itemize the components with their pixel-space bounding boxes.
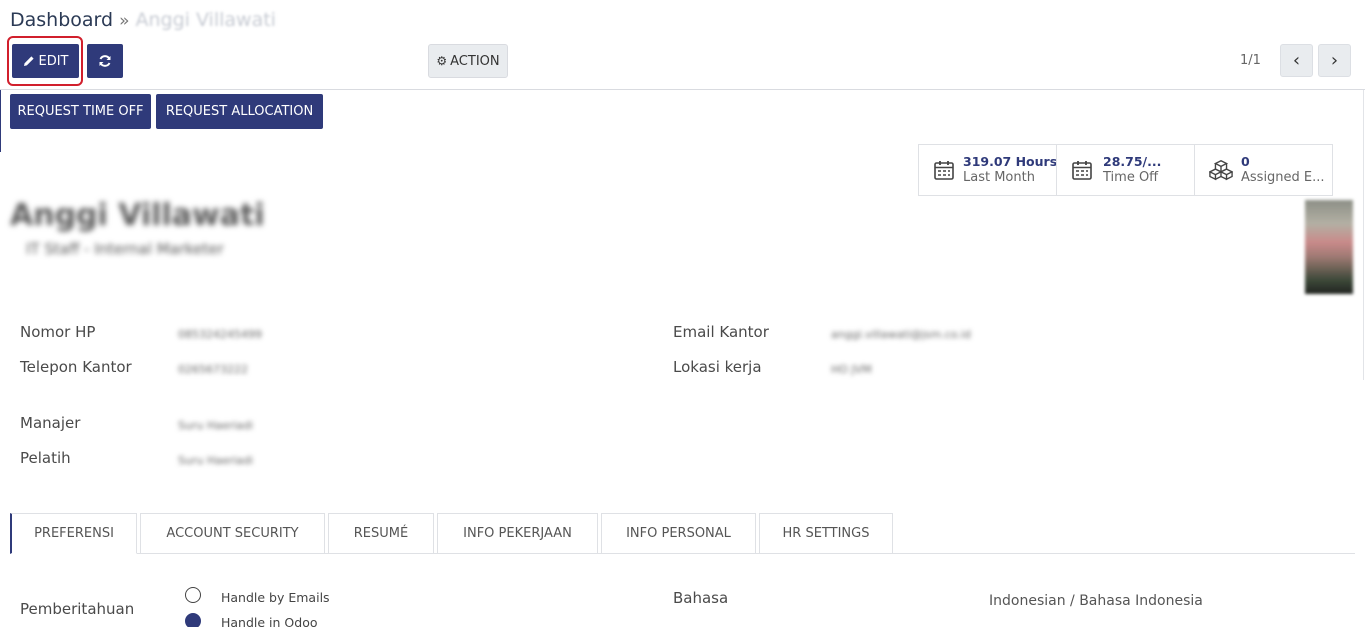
pencil-icon xyxy=(23,56,34,66)
edit-button[interactable]: EDIT xyxy=(12,44,79,78)
request-time-off-button[interactable]: REQUEST TIME OFF xyxy=(10,94,151,129)
employee-name: Anggi Villawati xyxy=(10,198,265,233)
request-allocation-button[interactable]: REQUEST ALLOCATION xyxy=(156,94,323,129)
toolbar-divider xyxy=(0,89,1365,90)
tab-info-personal[interactable]: INFO PERSONAL xyxy=(601,513,756,554)
field-value-email-kantor[interactable]: anggi.villawati@jsm.co.id xyxy=(831,328,971,341)
field-value-bahasa[interactable]: Indonesian / Bahasa Indonesia xyxy=(989,593,1203,609)
stat-value: 0 xyxy=(1241,154,1250,169)
stat-button-time-off[interactable]: 28.75/... Time Off xyxy=(1056,144,1195,196)
field-label-pelatih: Pelatih xyxy=(20,449,71,467)
stat-label: Time Off xyxy=(1103,170,1159,185)
refresh-button[interactable] xyxy=(87,44,123,78)
chevron-right-icon: › xyxy=(1330,50,1339,71)
field-label-bahasa: Bahasa xyxy=(673,589,729,607)
pager-next-button[interactable]: › xyxy=(1318,44,1351,77)
field-value-pelatih[interactable]: Suru Haeriadi xyxy=(178,454,253,467)
breadcrumb: Dashboard » Anggi Villawati xyxy=(10,9,276,31)
field-value-nomor-hp: 085324245499 xyxy=(178,328,262,341)
chevron-left-icon: ‹ xyxy=(1292,50,1301,71)
field-label-pemberitahuan: Pemberitahuan xyxy=(20,600,135,618)
breadcrumb-current: Anggi Villawati xyxy=(135,9,276,31)
radio-handle-in-odoo[interactable] xyxy=(185,613,201,627)
cubes-icon xyxy=(1209,159,1233,181)
calendar-icon xyxy=(1071,159,1095,181)
stat-label: Last Month xyxy=(963,170,1035,185)
action-button-label: ACTION xyxy=(450,53,500,69)
field-value-manajer[interactable]: Suru Haeriadi xyxy=(178,419,253,432)
radio-label-handle-in-odoo[interactable]: Handle in Odoo xyxy=(221,615,318,627)
stat-label: Assigned E... xyxy=(1241,170,1325,185)
stat-value: 319.07 Hours xyxy=(963,154,1058,169)
radio-label-handle-by-emails[interactable]: Handle by Emails xyxy=(221,590,330,605)
tab-account-security[interactable]: ACCOUNT SECURITY xyxy=(140,513,325,554)
pager-counter[interactable]: 1/1 xyxy=(1240,53,1261,68)
gear-icon: ⚙ xyxy=(436,54,448,68)
radio-handle-by-emails[interactable] xyxy=(185,587,201,603)
stat-value: 28.75/... xyxy=(1103,154,1162,169)
tab-preferensi[interactable]: PREFERENSI xyxy=(10,513,137,554)
stat-button-last-month[interactable]: 319.07 Hours Last Month xyxy=(918,144,1057,196)
stat-button-assigned-equipment[interactable]: 0 Assigned E... xyxy=(1194,144,1333,196)
action-button[interactable]: ⚙ ACTION xyxy=(428,44,508,78)
form-left-border xyxy=(0,90,1,152)
form-right-border xyxy=(1363,90,1364,380)
field-value-lokasi-kerja: HO JVM xyxy=(831,363,872,376)
field-label-manajer: Manajer xyxy=(20,414,81,432)
employee-job-title: IT Staff - Internal Marketer xyxy=(26,240,224,258)
tab-resume[interactable]: RESUMÉ xyxy=(328,513,434,554)
refresh-icon xyxy=(99,55,111,67)
tab-hr-settings[interactable]: HR SETTINGS xyxy=(759,513,893,554)
employee-avatar[interactable] xyxy=(1305,200,1353,294)
breadcrumb-dashboard-link[interactable]: Dashboard xyxy=(10,9,113,31)
tab-info-pekerjaan[interactable]: INFO PEKERJAAN xyxy=(437,513,598,554)
field-label-email-kantor: Email Kantor xyxy=(673,323,769,341)
field-label-lokasi-kerja: Lokasi kerja xyxy=(673,358,762,376)
pager-previous-button[interactable]: ‹ xyxy=(1280,44,1313,77)
edit-button-label: EDIT xyxy=(38,53,69,69)
calendar-icon xyxy=(933,159,955,181)
breadcrumb-separator: » xyxy=(119,11,130,31)
field-label-telepon-kantor: Telepon Kantor xyxy=(20,358,132,376)
field-label-nomor-hp: Nomor HP xyxy=(20,323,96,341)
field-value-telepon-kantor: 0265673222 xyxy=(178,363,248,376)
